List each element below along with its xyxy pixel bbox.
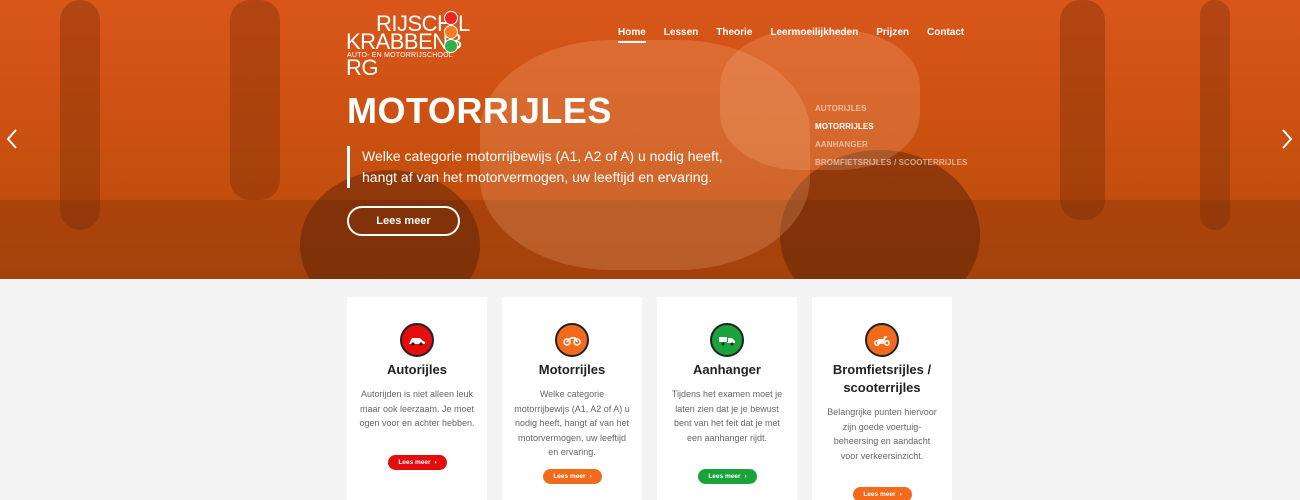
card-title: Autorijles — [387, 362, 447, 377]
nav-leermoeilijkheden[interactable]: Leermoeilijkheden — [770, 27, 858, 38]
scooter-icon — [865, 323, 899, 357]
card-title: Motorrijles — [538, 362, 606, 377]
card-aanhanger: Aanhanger Tijdens het examen moet je lat… — [657, 297, 797, 500]
card-lees-meer-button[interactable]: Lees meer › — [543, 469, 602, 484]
slide-nav: AUTORIJLES MOTORRIJLES AANHANGER BROMFIE… — [815, 104, 967, 176]
hero-background-tree — [1060, 0, 1105, 220]
slide-link-motorrijles[interactable]: MOTORRIJLES — [815, 122, 967, 131]
button-label: Lees meer — [553, 473, 586, 480]
nav-lessen[interactable]: Lessen — [664, 27, 698, 38]
logo-tagline: AUTO- EN MOTORRIJSCHOOL — [347, 52, 453, 59]
card-lees-meer-button[interactable]: Lees meer › — [853, 487, 912, 500]
motorcycle-icon — [555, 323, 589, 357]
card-text: Tijdens het examen moet je laten zien da… — [671, 389, 783, 443]
hero-title: MOTORRIJLES — [347, 90, 612, 131]
card-lees-meer-button[interactable]: Lees meer › — [388, 455, 447, 470]
card-bromfietsrijles: Bromfietsrijles / scooterrijles Belangri… — [812, 297, 952, 500]
button-label: Lees meer — [398, 459, 431, 466]
trailer-icon — [710, 323, 744, 357]
caret-right-icon: › — [589, 473, 592, 480]
hero-background-tree — [1200, 0, 1230, 230]
card-title: Aanhanger — [693, 362, 761, 377]
slide-link-bromfietsrijles[interactable]: BROMFIETSRIJLES / SCOOTERRIJLES — [815, 158, 967, 167]
card-text: Autorijden is niet alleen leuk maar ook … — [359, 389, 475, 428]
caret-right-icon: › — [899, 491, 902, 498]
chevron-right-icon[interactable] — [1281, 128, 1293, 156]
caret-right-icon: › — [434, 459, 437, 466]
hero-text: Welke categorie motorrijbewijs (A1, A2 o… — [347, 146, 747, 188]
traffic-light-orange-icon — [444, 25, 458, 39]
card-autorijles: Autorijles Autorijden is niet alleen leu… — [347, 297, 487, 500]
traffic-light-red-icon — [444, 11, 458, 25]
card-title: Bromfietsrijles / scooterrijles — [832, 362, 932, 395]
card-text: Belangrijke punten hiervoor zijn goede v… — [827, 407, 937, 461]
button-label: Lees meer — [708, 473, 741, 480]
hero-background-tree — [60, 0, 100, 230]
slide-link-aanhanger[interactable]: AANHANGER — [815, 140, 967, 149]
hero-slider: RIJSCH L KRABBENB RG AUTO- EN MOTORRIJSC… — [0, 0, 1300, 279]
chevron-left-icon[interactable] — [6, 128, 18, 156]
main-nav: Home Lessen Theorie Leermoeilijkheden Pr… — [618, 27, 982, 43]
card-motorrijles: Motorrijles Welke categorie motorrijbewi… — [502, 297, 642, 500]
card-text: Welke categorie motorrijbewijs (A1, A2 o… — [514, 389, 630, 457]
site-logo[interactable]: RIJSCH L KRABBENB RG AUTO- EN MOTORRIJSC… — [346, 11, 491, 80]
card-lees-meer-button[interactable]: Lees meer › — [698, 469, 757, 484]
hero-background-tree — [230, 0, 280, 200]
slide-link-autorijles[interactable]: AUTORIJLES — [815, 104, 967, 113]
nav-home[interactable]: Home — [618, 27, 646, 43]
caret-right-icon: › — [744, 473, 747, 480]
car-icon — [400, 323, 434, 357]
traffic-light-green-icon — [444, 39, 458, 53]
nav-prijzen[interactable]: Prijzen — [876, 27, 909, 38]
nav-theorie[interactable]: Theorie — [716, 27, 752, 38]
nav-contact[interactable]: Contact — [927, 27, 964, 38]
button-label: Lees meer — [863, 491, 896, 498]
hero-lees-meer-button[interactable]: Lees meer — [347, 206, 460, 236]
